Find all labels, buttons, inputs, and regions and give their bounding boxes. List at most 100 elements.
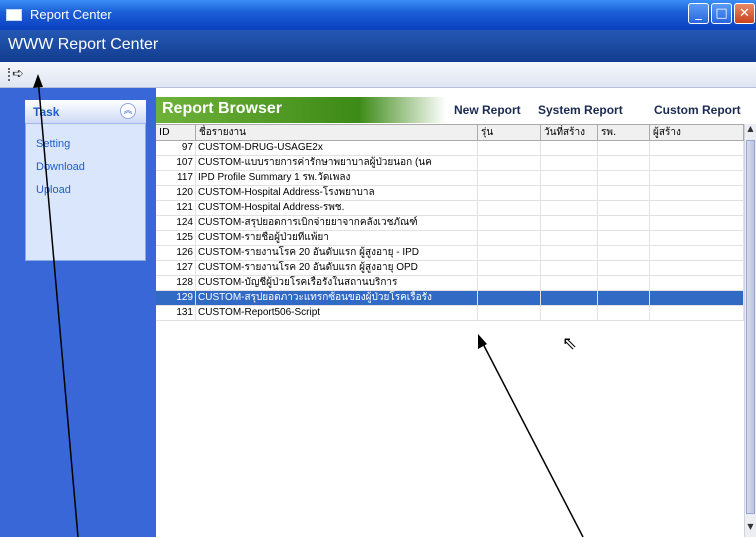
close-button[interactable]: ✕: [734, 3, 755, 24]
table-row[interactable]: 126 CUSTOM-รายงานโรค 20 อันดับแรก ผู้สูงอ…: [156, 246, 744, 261]
cell-report-name: CUSTOM-รายงานโรค 20 อันดับแรก ผู้สูงอายุ…: [196, 246, 478, 261]
cell-empty: [478, 231, 541, 246]
cell-report-name: CUSTOM-สรุปยอดการเบิกจ่ายยาจากคลังเวชภัณ…: [196, 216, 478, 231]
toolbar: ➪: [0, 62, 756, 88]
cell-empty: [541, 156, 598, 171]
table-row[interactable]: 125 CUSTOM-รายชื่อผู้ป่วยที่แพ้ยา: [156, 231, 744, 246]
window-title: Report Center: [30, 7, 112, 22]
cell-id: 120: [156, 186, 196, 201]
cell-report-name: CUSTOM-Hospital Address-โรงพยาบาล: [196, 186, 478, 201]
report-grid[interactable]: ID ชื่อรายงาน รุ่น วันที่สร้าง รพ. ผู้สร…: [156, 124, 744, 538]
table-row[interactable]: 97 CUSTOM-DRUG-USAGE2x: [156, 141, 744, 156]
cell-id: 128: [156, 276, 196, 291]
cell-empty: [598, 261, 650, 276]
cell-empty: [650, 291, 744, 306]
column-header-hospital[interactable]: รพ.: [598, 125, 650, 141]
cell-empty: [598, 306, 650, 321]
cell-id: 127: [156, 261, 196, 276]
cell-empty: [541, 291, 598, 306]
column-header-id[interactable]: ID: [156, 125, 196, 141]
scrollbar-thumb[interactable]: [746, 140, 755, 514]
new-report-button[interactable]: New Report: [454, 103, 521, 117]
vertical-scrollbar[interactable]: ▲ ▼: [744, 124, 756, 537]
cell-id: 124: [156, 216, 196, 231]
cell-empty: [478, 156, 541, 171]
cell-empty: [598, 186, 650, 201]
column-header-created-date[interactable]: วันที่สร้าง: [541, 125, 598, 141]
cell-empty: [478, 291, 541, 306]
cell-empty: [598, 171, 650, 186]
cell-empty: [478, 171, 541, 186]
table-row[interactable]: 124 CUSTOM-สรุปยอดการเบิกจ่ายยาจากคลังเวช…: [156, 216, 744, 231]
report-browser-title: Report Browser: [162, 100, 283, 117]
cell-empty: [541, 171, 598, 186]
cell-id: 97: [156, 141, 196, 156]
cell-empty: [478, 261, 541, 276]
cell-empty: [650, 201, 744, 216]
cell-empty: [650, 156, 744, 171]
cell-empty: [598, 291, 650, 306]
cell-empty: [478, 186, 541, 201]
cell-empty: [650, 171, 744, 186]
column-header-creator[interactable]: ผู้สร้าง: [650, 125, 744, 141]
cell-empty: [598, 216, 650, 231]
cell-empty: [598, 201, 650, 216]
cell-empty: [541, 231, 598, 246]
window-icon: [6, 9, 22, 21]
system-report-button[interactable]: System Report: [538, 103, 623, 117]
cell-empty: [650, 276, 744, 291]
cell-report-name: CUSTOM-Report506-Script: [196, 306, 478, 321]
cell-id: 125: [156, 231, 196, 246]
cell-empty: [650, 261, 744, 276]
arrow-right-icon[interactable]: ➪: [12, 66, 24, 82]
table-row[interactable]: 120 CUSTOM-Hospital Address-โรงพยาบาล: [156, 186, 744, 201]
table-row[interactable]: 107 CUSTOM-แบบรายการค่ารักษาพยาบาลผู้ป่วย…: [156, 156, 744, 171]
cell-report-name: CUSTOM-สรุปยอดภาวะแทรกซ้อนของผู้ป่วยโรคเ…: [196, 291, 478, 306]
cell-empty: [598, 231, 650, 246]
custom-report-button[interactable]: Custom Report: [654, 103, 741, 117]
column-header-name[interactable]: ชื่อรายงาน: [196, 125, 478, 141]
table-row[interactable]: 121 CUSTOM-Hospital Address-รพช.: [156, 201, 744, 216]
cell-empty: [650, 246, 744, 261]
cell-id: 121: [156, 201, 196, 216]
table-row[interactable]: 127 CUSTOM-รายงานโรค 20 อันดับแรก ผู้สูงอ…: [156, 261, 744, 276]
table-row[interactable]: 129 CUSTOM-สรุปยอดภาวะแทรกซ้อนของผู้ป่วยโ…: [156, 291, 744, 306]
cell-id: 107: [156, 156, 196, 171]
task-link-download[interactable]: Download: [36, 161, 85, 173]
table-row[interactable]: 131 CUSTOM-Report506-Script: [156, 306, 744, 321]
collapse-chevron-icon[interactable]: ︽: [120, 103, 136, 119]
task-link-setting[interactable]: Setting: [36, 138, 70, 150]
cell-report-name: CUSTOM-บัญชีผู้ป่วยโรคเรื้อรังในสถานบริก…: [196, 276, 478, 291]
app-title: WWW Report Center: [8, 36, 159, 53]
minimize-button[interactable]: _: [688, 3, 709, 24]
scroll-up-icon[interactable]: ▲: [745, 124, 756, 138]
column-header-version[interactable]: รุ่น: [478, 125, 541, 141]
app-header: WWW Report Center: [0, 30, 756, 62]
cell-empty: [541, 186, 598, 201]
cell-empty: [598, 141, 650, 156]
table-row[interactable]: 128 CUSTOM-บัญชีผู้ป่วยโรคเรื้อรังในสถานบ…: [156, 276, 744, 291]
cell-report-name: CUSTOM-Hospital Address-รพช.: [196, 201, 478, 216]
cell-empty: [478, 201, 541, 216]
cell-report-name: CUSTOM-รายชื่อผู้ป่วยที่แพ้ยา: [196, 231, 478, 246]
cell-empty: [478, 276, 541, 291]
cell-empty: [478, 216, 541, 231]
cell-empty: [541, 216, 598, 231]
cell-report-name: CUSTOM-DRUG-USAGE2x: [196, 141, 478, 156]
mouse-cursor-icon: ⇖: [562, 333, 578, 354]
cell-empty: [650, 306, 744, 321]
cell-id: 131: [156, 306, 196, 321]
scroll-down-icon[interactable]: ▼: [745, 522, 756, 536]
cell-empty: [541, 201, 598, 216]
cell-id: 117: [156, 171, 196, 186]
task-link-upload[interactable]: Upload: [36, 184, 71, 196]
cell-empty: [541, 276, 598, 291]
cell-empty: [598, 156, 650, 171]
cell-empty: [478, 246, 541, 261]
task-panel-header[interactable]: Task ︽: [25, 100, 146, 124]
maximize-button[interactable]: □: [711, 3, 732, 24]
cell-empty: [650, 231, 744, 246]
table-row[interactable]: 117 IPD Profile Summary 1 รพ.วัดเพลง: [156, 171, 744, 186]
title-bar: Report Center _ □ ✕: [0, 0, 756, 30]
cell-report-name: IPD Profile Summary 1 รพ.วัดเพลง: [196, 171, 478, 186]
